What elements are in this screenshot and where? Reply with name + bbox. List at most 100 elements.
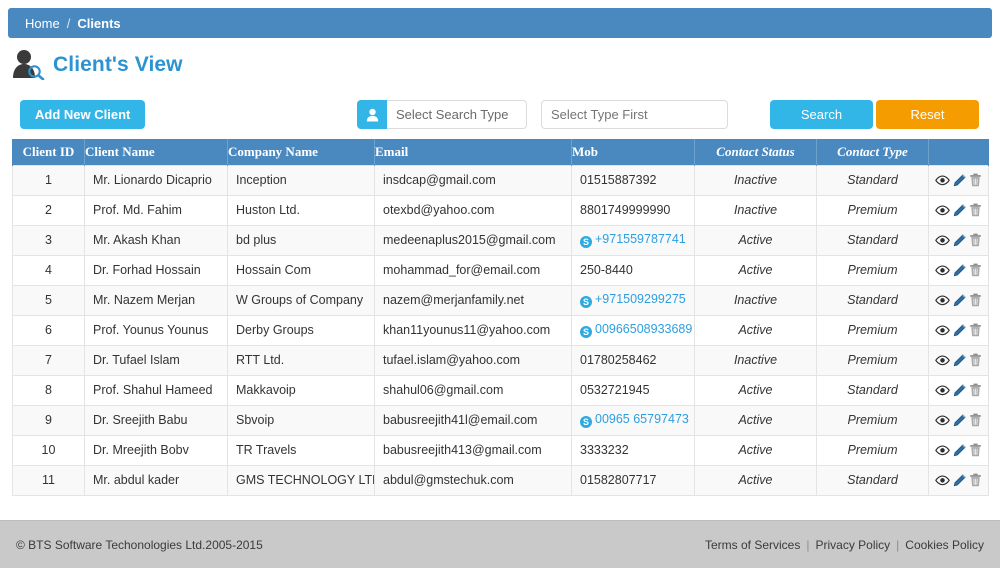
column-header-client-name[interactable]: Client Name	[84, 139, 228, 165]
search-button[interactable]: Search	[770, 100, 873, 129]
edit-icon[interactable]	[953, 443, 966, 457]
cell-company-name: W Groups of Company	[227, 284, 375, 316]
cell-client-id: 4	[12, 254, 85, 286]
cell-actions	[928, 404, 989, 436]
cell-actions	[928, 224, 989, 256]
cell-company-name: Sbvoip	[227, 404, 375, 436]
cell-actions	[928, 254, 989, 286]
table-head: Client ID Client Name Company Name Email…	[12, 139, 989, 165]
edit-icon[interactable]	[953, 173, 966, 187]
footer-link-privacy[interactable]: Privacy Policy	[815, 538, 890, 552]
view-icon[interactable]	[935, 324, 950, 336]
delete-icon[interactable]	[969, 173, 982, 187]
row-action-group	[933, 203, 984, 217]
reset-button[interactable]: Reset	[876, 100, 979, 129]
cell-client-id: 2	[12, 194, 85, 226]
cell-mob: S +971509299275	[571, 284, 695, 316]
footer-links: Terms of Services | Privacy Policy | Coo…	[705, 538, 984, 552]
cell-actions	[928, 194, 989, 226]
cell-mob: S +971559787741	[571, 224, 695, 256]
search-type-group: Select Search Type	[357, 100, 527, 129]
skype-icon: S	[580, 326, 592, 338]
column-header-email[interactable]: Email	[374, 139, 572, 165]
view-icon[interactable]	[935, 204, 950, 216]
column-header-contact-type[interactable]: Contact Type	[816, 139, 929, 165]
view-icon[interactable]	[935, 444, 950, 456]
cell-contact-status: Active	[694, 374, 817, 406]
edit-icon[interactable]	[953, 233, 966, 247]
view-icon[interactable]	[935, 414, 950, 426]
cell-mob-value[interactable]: 00966508933689	[595, 322, 692, 336]
cell-client-id: 1	[12, 164, 85, 196]
delete-icon[interactable]	[969, 413, 982, 427]
view-icon[interactable]	[935, 174, 950, 186]
footer-link-terms[interactable]: Terms of Services	[705, 538, 800, 552]
cell-mob-value[interactable]: +971509299275	[595, 292, 686, 306]
delete-icon[interactable]	[969, 383, 982, 397]
cell-mob: 0532721945	[571, 374, 695, 406]
table-row: 1 Mr. Lionardo Dicaprio Inception insdcap@g…	[12, 164, 989, 196]
search-value-input[interactable]	[541, 100, 728, 129]
edit-icon[interactable]	[953, 413, 966, 427]
add-new-client-button[interactable]: Add New Client	[20, 100, 146, 129]
cell-client-id: 10	[12, 434, 85, 466]
edit-icon[interactable]	[953, 263, 966, 277]
delete-icon[interactable]	[969, 353, 982, 367]
cell-contact-type: Standard	[816, 374, 929, 406]
view-icon[interactable]	[935, 384, 950, 396]
edit-icon[interactable]	[953, 473, 966, 487]
edit-icon[interactable]	[953, 353, 966, 367]
skype-icon: S	[580, 296, 592, 308]
delete-icon[interactable]	[969, 323, 982, 337]
cell-actions	[928, 314, 989, 346]
view-icon[interactable]	[935, 294, 950, 306]
edit-icon[interactable]	[953, 323, 966, 337]
search-type-select[interactable]: Select Search Type	[387, 100, 527, 129]
footer-link-cookies[interactable]: Cookies Policy	[905, 538, 984, 552]
view-icon[interactable]	[935, 264, 950, 276]
cell-mob-value: 250-8440	[580, 263, 633, 277]
view-icon[interactable]	[935, 234, 950, 246]
delete-icon[interactable]	[969, 443, 982, 457]
cell-mob: 250-8440	[571, 254, 695, 286]
column-header-company-name[interactable]: Company Name	[227, 139, 375, 165]
delete-icon[interactable]	[969, 203, 982, 217]
breadcrumb-home[interactable]: Home	[25, 16, 60, 31]
cell-contact-type: Premium	[816, 404, 929, 436]
cell-client-name: Dr. Tufael Islam	[84, 344, 228, 376]
table-row: 5 Mr. Nazem Merjan W Groups of Company naze…	[12, 284, 989, 316]
delete-icon[interactable]	[969, 263, 982, 277]
cell-company-name: Huston Ltd.	[227, 194, 375, 226]
table-body: 1 Mr. Lionardo Dicaprio Inception insdcap@g…	[12, 164, 989, 496]
column-header-mob[interactable]: Mob	[571, 139, 695, 165]
delete-icon[interactable]	[969, 293, 982, 307]
view-icon[interactable]	[935, 354, 950, 366]
column-header-client-id[interactable]: Client ID	[12, 139, 85, 165]
cell-company-name: GMS TECHNOLOGY LTD	[227, 464, 375, 496]
person-icon	[357, 100, 387, 129]
cell-mob-value[interactable]: +971559787741	[595, 232, 686, 246]
cell-client-id: 5	[12, 284, 85, 316]
cell-actions	[928, 464, 989, 496]
delete-icon[interactable]	[969, 473, 982, 487]
cell-client-name: Mr. Nazem Merjan	[84, 284, 228, 316]
breadcrumb: Home / Clients	[8, 8, 992, 38]
view-icon[interactable]	[935, 474, 950, 486]
column-header-contact-status[interactable]: Contact Status	[694, 139, 817, 165]
cell-mob-value: 01780258462	[580, 353, 657, 367]
cell-mob: 01582807717	[571, 464, 695, 496]
cell-client-name: Dr. Forhad Hossain	[84, 254, 228, 286]
edit-icon[interactable]	[953, 293, 966, 307]
edit-icon[interactable]	[953, 383, 966, 397]
edit-icon[interactable]	[953, 203, 966, 217]
table-row: 7 Dr. Tufael Islam RTT Ltd. tufael.islam@ya…	[12, 344, 989, 376]
breadcrumb-current: Clients	[77, 15, 121, 31]
cell-contact-type: Standard	[816, 464, 929, 496]
cell-client-name: Mr. abdul kader	[84, 464, 228, 496]
cell-email: tufael.islam@yahoo.com	[374, 344, 572, 376]
row-action-group	[933, 443, 984, 457]
delete-icon[interactable]	[969, 233, 982, 247]
cell-mob-value[interactable]: 00965 65797473	[595, 412, 689, 426]
cell-company-name: RTT Ltd.	[227, 344, 375, 376]
clients-page: Home / Clients Client's View Add New Cli…	[0, 0, 1000, 568]
